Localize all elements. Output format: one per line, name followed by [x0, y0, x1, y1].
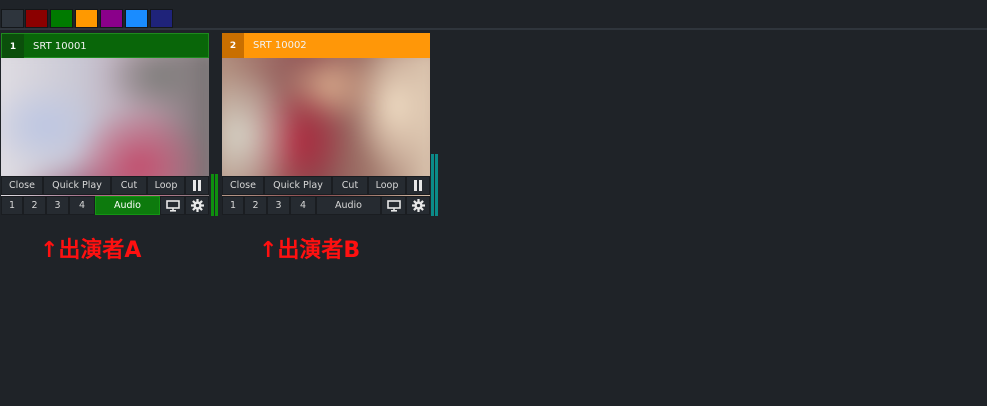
audio-button[interactable]: Audio	[95, 196, 160, 215]
pause-button[interactable]	[406, 176, 430, 195]
channel-4-button[interactable]: 4	[69, 196, 95, 215]
color-swatch-red[interactable]	[25, 9, 48, 28]
monitor-icon	[165, 199, 180, 212]
channel-2-button[interactable]: 2	[23, 196, 46, 215]
output-monitor-button[interactable]	[381, 196, 406, 215]
quick-play-button[interactable]: Quick Play	[43, 176, 111, 195]
channel-1-button[interactable]: 1	[1, 196, 23, 215]
pause-icon	[193, 180, 201, 191]
audio-level-meter-2	[431, 154, 434, 216]
channel-3-button[interactable]: 3	[267, 196, 290, 215]
color-swatch-purple[interactable]	[100, 9, 123, 28]
color-swatch-orange[interactable]	[75, 9, 98, 28]
audio-level-meter-1b	[215, 174, 218, 216]
color-tag-bar	[0, 0, 987, 30]
color-swatch-gray[interactable]	[1, 9, 24, 28]
audio-button[interactable]: Audio	[316, 196, 381, 215]
cut-button[interactable]: Cut	[111, 176, 147, 195]
channel-1-button[interactable]: 1	[222, 196, 244, 215]
channel-4-button[interactable]: 4	[290, 196, 316, 215]
input-panel-2: 2 SRT 10002 Close Quick Play Cut Loop 1 …	[222, 33, 430, 216]
annotation-performer-a: ↑出演者A	[40, 238, 142, 263]
monitor-icon	[386, 199, 401, 212]
output-monitor-button[interactable]	[160, 196, 185, 215]
loop-button[interactable]: Loop	[147, 176, 185, 195]
settings-button[interactable]	[406, 196, 430, 215]
audio-level-meter-1	[211, 174, 214, 216]
gear-icon	[411, 199, 425, 212]
input-panel-1: 1 SRT 10001 Close Quick Play Cut Loop 1 …	[1, 33, 209, 216]
settings-button[interactable]	[185, 196, 209, 215]
channel-2-button[interactable]: 2	[244, 196, 267, 215]
gear-icon	[190, 199, 204, 212]
pause-button[interactable]	[185, 176, 209, 195]
annotation-performer-b: ↑出演者B	[259, 238, 361, 263]
pause-icon	[414, 180, 422, 191]
loop-button[interactable]: Loop	[368, 176, 406, 195]
panel-header[interactable]: 1 SRT 10001	[1, 33, 209, 59]
color-swatch-green[interactable]	[50, 9, 73, 28]
audio-level-meter-2b	[435, 154, 438, 216]
channel-3-button[interactable]: 3	[46, 196, 69, 215]
panel-title: SRT 10002	[253, 40, 307, 51]
panel-number: 2	[222, 33, 244, 58]
panel-number: 1	[2, 34, 24, 59]
panel-header[interactable]: 2 SRT 10002	[222, 33, 430, 58]
quick-play-button[interactable]: Quick Play	[264, 176, 332, 195]
color-swatch-blue[interactable]	[125, 9, 148, 28]
color-swatch-navy[interactable]	[150, 9, 173, 28]
close-button[interactable]: Close	[1, 176, 43, 195]
panel-title: SRT 10001	[33, 41, 87, 52]
cut-button[interactable]: Cut	[332, 176, 368, 195]
close-button[interactable]: Close	[222, 176, 264, 195]
